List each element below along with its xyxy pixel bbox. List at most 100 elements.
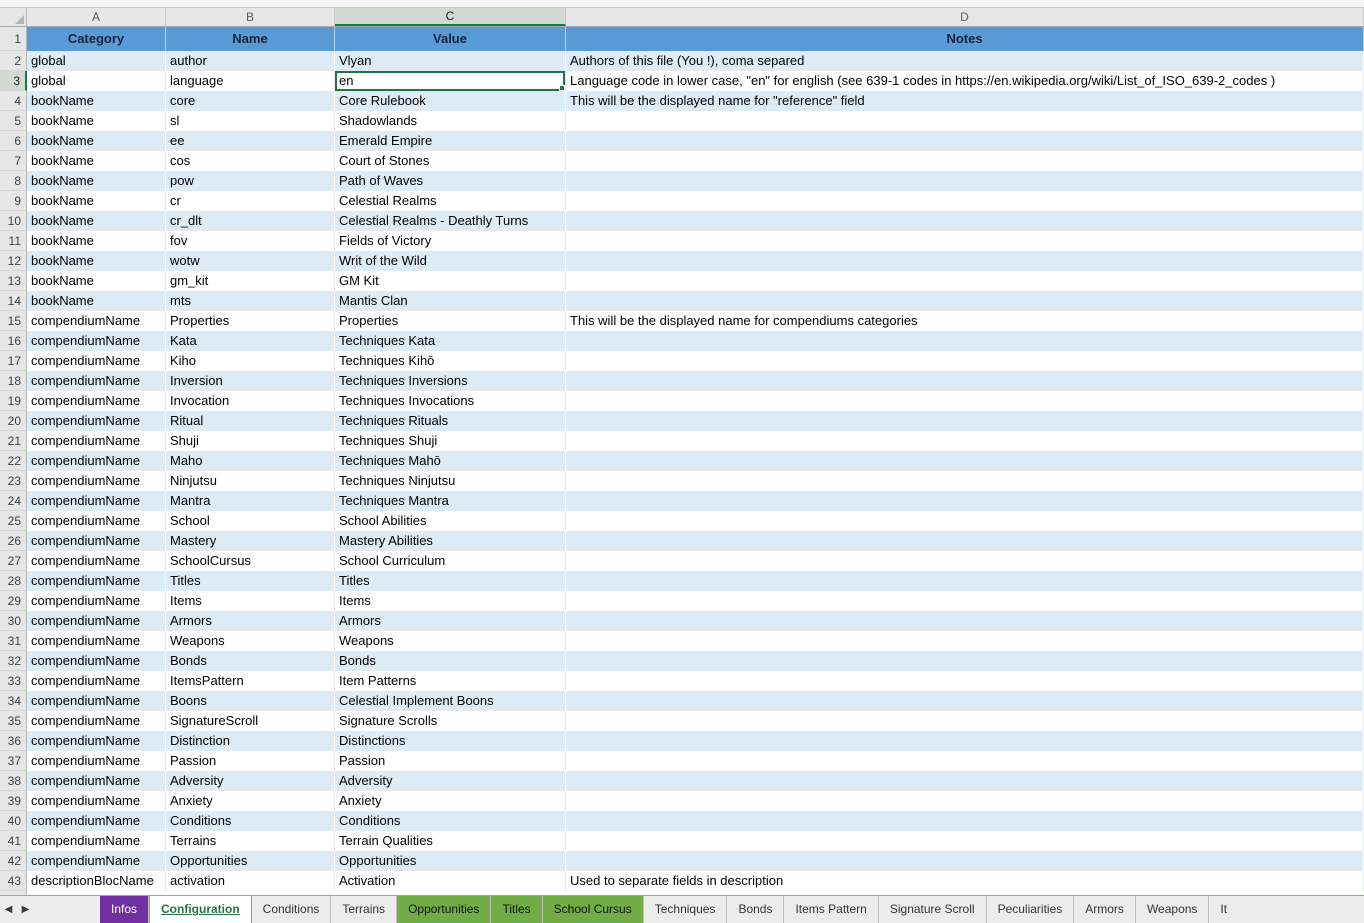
row-header-22[interactable]: 22: [0, 451, 27, 471]
row-header-14[interactable]: 14: [0, 291, 27, 311]
row-header-2[interactable]: 2: [0, 51, 27, 71]
cell[interactable]: [566, 331, 1364, 351]
cell[interactable]: Invocation: [166, 391, 335, 411]
row-header-40[interactable]: 40: [0, 811, 27, 831]
row-header-3[interactable]: 3: [0, 71, 27, 91]
select-all-corner[interactable]: [0, 8, 27, 26]
row-header-6[interactable]: 6: [0, 131, 27, 151]
cell[interactable]: bookName: [27, 171, 166, 191]
cell[interactable]: compendiumName: [27, 511, 166, 531]
row-header-28[interactable]: 28: [0, 571, 27, 591]
cell[interactable]: [566, 351, 1364, 371]
cell[interactable]: bookName: [27, 91, 166, 111]
sheet-tab-configuration[interactable]: Configuration: [149, 896, 252, 923]
cell[interactable]: cos: [166, 151, 335, 171]
row-header-43[interactable]: 43: [0, 871, 27, 891]
cell[interactable]: This will be the displayed name for comp…: [566, 311, 1364, 331]
cell[interactable]: compendiumName: [27, 571, 166, 591]
cell[interactable]: Inversion: [166, 371, 335, 391]
cell[interactable]: [566, 431, 1364, 451]
row-header-24[interactable]: 24: [0, 491, 27, 511]
sheet-tab-peculiarities[interactable]: Peculiarities: [987, 896, 1075, 923]
cell[interactable]: Techniques Invocations: [335, 391, 566, 411]
cell[interactable]: bookName: [27, 211, 166, 231]
cell[interactable]: bookName: [27, 151, 166, 171]
cell[interactable]: [566, 371, 1364, 391]
cell[interactable]: core: [166, 91, 335, 111]
row-header-5[interactable]: 5: [0, 111, 27, 131]
cell[interactable]: compendiumName: [27, 431, 166, 451]
cell[interactable]: compendiumName: [27, 611, 166, 631]
cell[interactable]: Conditions: [335, 811, 566, 831]
cell[interactable]: Used to separate fields in description: [566, 871, 1364, 891]
cell[interactable]: compendiumName: [27, 491, 166, 511]
cell[interactable]: Core Rulebook: [335, 91, 566, 111]
cell[interactable]: Items: [335, 591, 566, 611]
sheet-tab-titles[interactable]: Titles: [491, 896, 542, 923]
cell[interactable]: descriptionBlocName: [27, 871, 166, 891]
row-header-42[interactable]: 42: [0, 851, 27, 871]
cell[interactable]: [566, 411, 1364, 431]
cell[interactable]: bookName: [27, 231, 166, 251]
cell[interactable]: School: [166, 511, 335, 531]
cell[interactable]: Opportunities: [335, 851, 566, 871]
cell[interactable]: Passion: [166, 751, 335, 771]
cell[interactable]: sl: [166, 111, 335, 131]
cell[interactable]: Techniques Kihō: [335, 351, 566, 371]
cell[interactable]: Techniques Mahō: [335, 451, 566, 471]
cell[interactable]: [566, 831, 1364, 851]
cell[interactable]: cr: [166, 191, 335, 211]
column-header-b[interactable]: B: [166, 8, 335, 26]
table-header-cell[interactable]: Name: [166, 27, 335, 51]
cell[interactable]: Boons: [166, 691, 335, 711]
cell[interactable]: fov: [166, 231, 335, 251]
cell[interactable]: compendiumName: [27, 391, 166, 411]
sheet-tab-armors[interactable]: Armors: [1074, 896, 1136, 923]
cell[interactable]: Armors: [166, 611, 335, 631]
cell[interactable]: Mantis Clan: [335, 291, 566, 311]
cell[interactable]: [566, 451, 1364, 471]
cell[interactable]: Emerald Empire: [335, 131, 566, 151]
cell[interactable]: Authors of this file (You !), coma separ…: [566, 51, 1364, 71]
cell[interactable]: Titles: [335, 571, 566, 591]
cell[interactable]: [566, 531, 1364, 551]
cell[interactable]: Techniques Inversions: [335, 371, 566, 391]
cell[interactable]: ItemsPattern: [166, 671, 335, 691]
cell[interactable]: compendiumName: [27, 711, 166, 731]
cell[interactable]: compendiumName: [27, 831, 166, 851]
row-header-35[interactable]: 35: [0, 711, 27, 731]
cell[interactable]: compendiumName: [27, 691, 166, 711]
sheet-tab-techniques[interactable]: Techniques: [644, 896, 728, 923]
cell[interactable]: Writ of the Wild: [335, 251, 566, 271]
cell[interactable]: language: [166, 71, 335, 91]
cell[interactable]: [566, 171, 1364, 191]
cell[interactable]: compendiumName: [27, 651, 166, 671]
cell[interactable]: compendiumName: [27, 631, 166, 651]
column-header-c[interactable]: C: [335, 8, 566, 26]
cell[interactable]: activation: [166, 871, 335, 891]
cell[interactable]: Activation: [335, 871, 566, 891]
cell[interactable]: compendiumName: [27, 351, 166, 371]
fill-handle[interactable]: [559, 85, 565, 91]
cell[interactable]: This will be the displayed name for "ref…: [566, 91, 1364, 111]
cell[interactable]: Weapons: [166, 631, 335, 651]
cell[interactable]: [566, 671, 1364, 691]
cell[interactable]: Properties: [166, 311, 335, 331]
cell[interactable]: compendiumName: [27, 531, 166, 551]
cell[interactable]: Ninjutsu: [166, 471, 335, 491]
cell[interactable]: Mantra: [166, 491, 335, 511]
cell[interactable]: [566, 271, 1364, 291]
sheet-tab-school-cursus[interactable]: School Cursus: [543, 896, 644, 923]
tab-scroll-left-icon[interactable]: ◀: [0, 896, 17, 923]
cell[interactable]: Armors: [335, 611, 566, 631]
sheet-tab-terrains[interactable]: Terrains: [331, 896, 397, 923]
sheet-tab-weapons[interactable]: Weapons: [1136, 896, 1209, 923]
cell[interactable]: compendiumName: [27, 851, 166, 871]
sheet-tab-items-pattern[interactable]: Items Pattern: [784, 896, 878, 923]
cell[interactable]: [566, 631, 1364, 651]
cell[interactable]: [566, 491, 1364, 511]
row-header-30[interactable]: 30: [0, 611, 27, 631]
tab-scroll-right-icon[interactable]: ▶: [17, 896, 34, 923]
column-header-d[interactable]: D: [566, 8, 1364, 26]
cell[interactable]: compendiumName: [27, 751, 166, 771]
